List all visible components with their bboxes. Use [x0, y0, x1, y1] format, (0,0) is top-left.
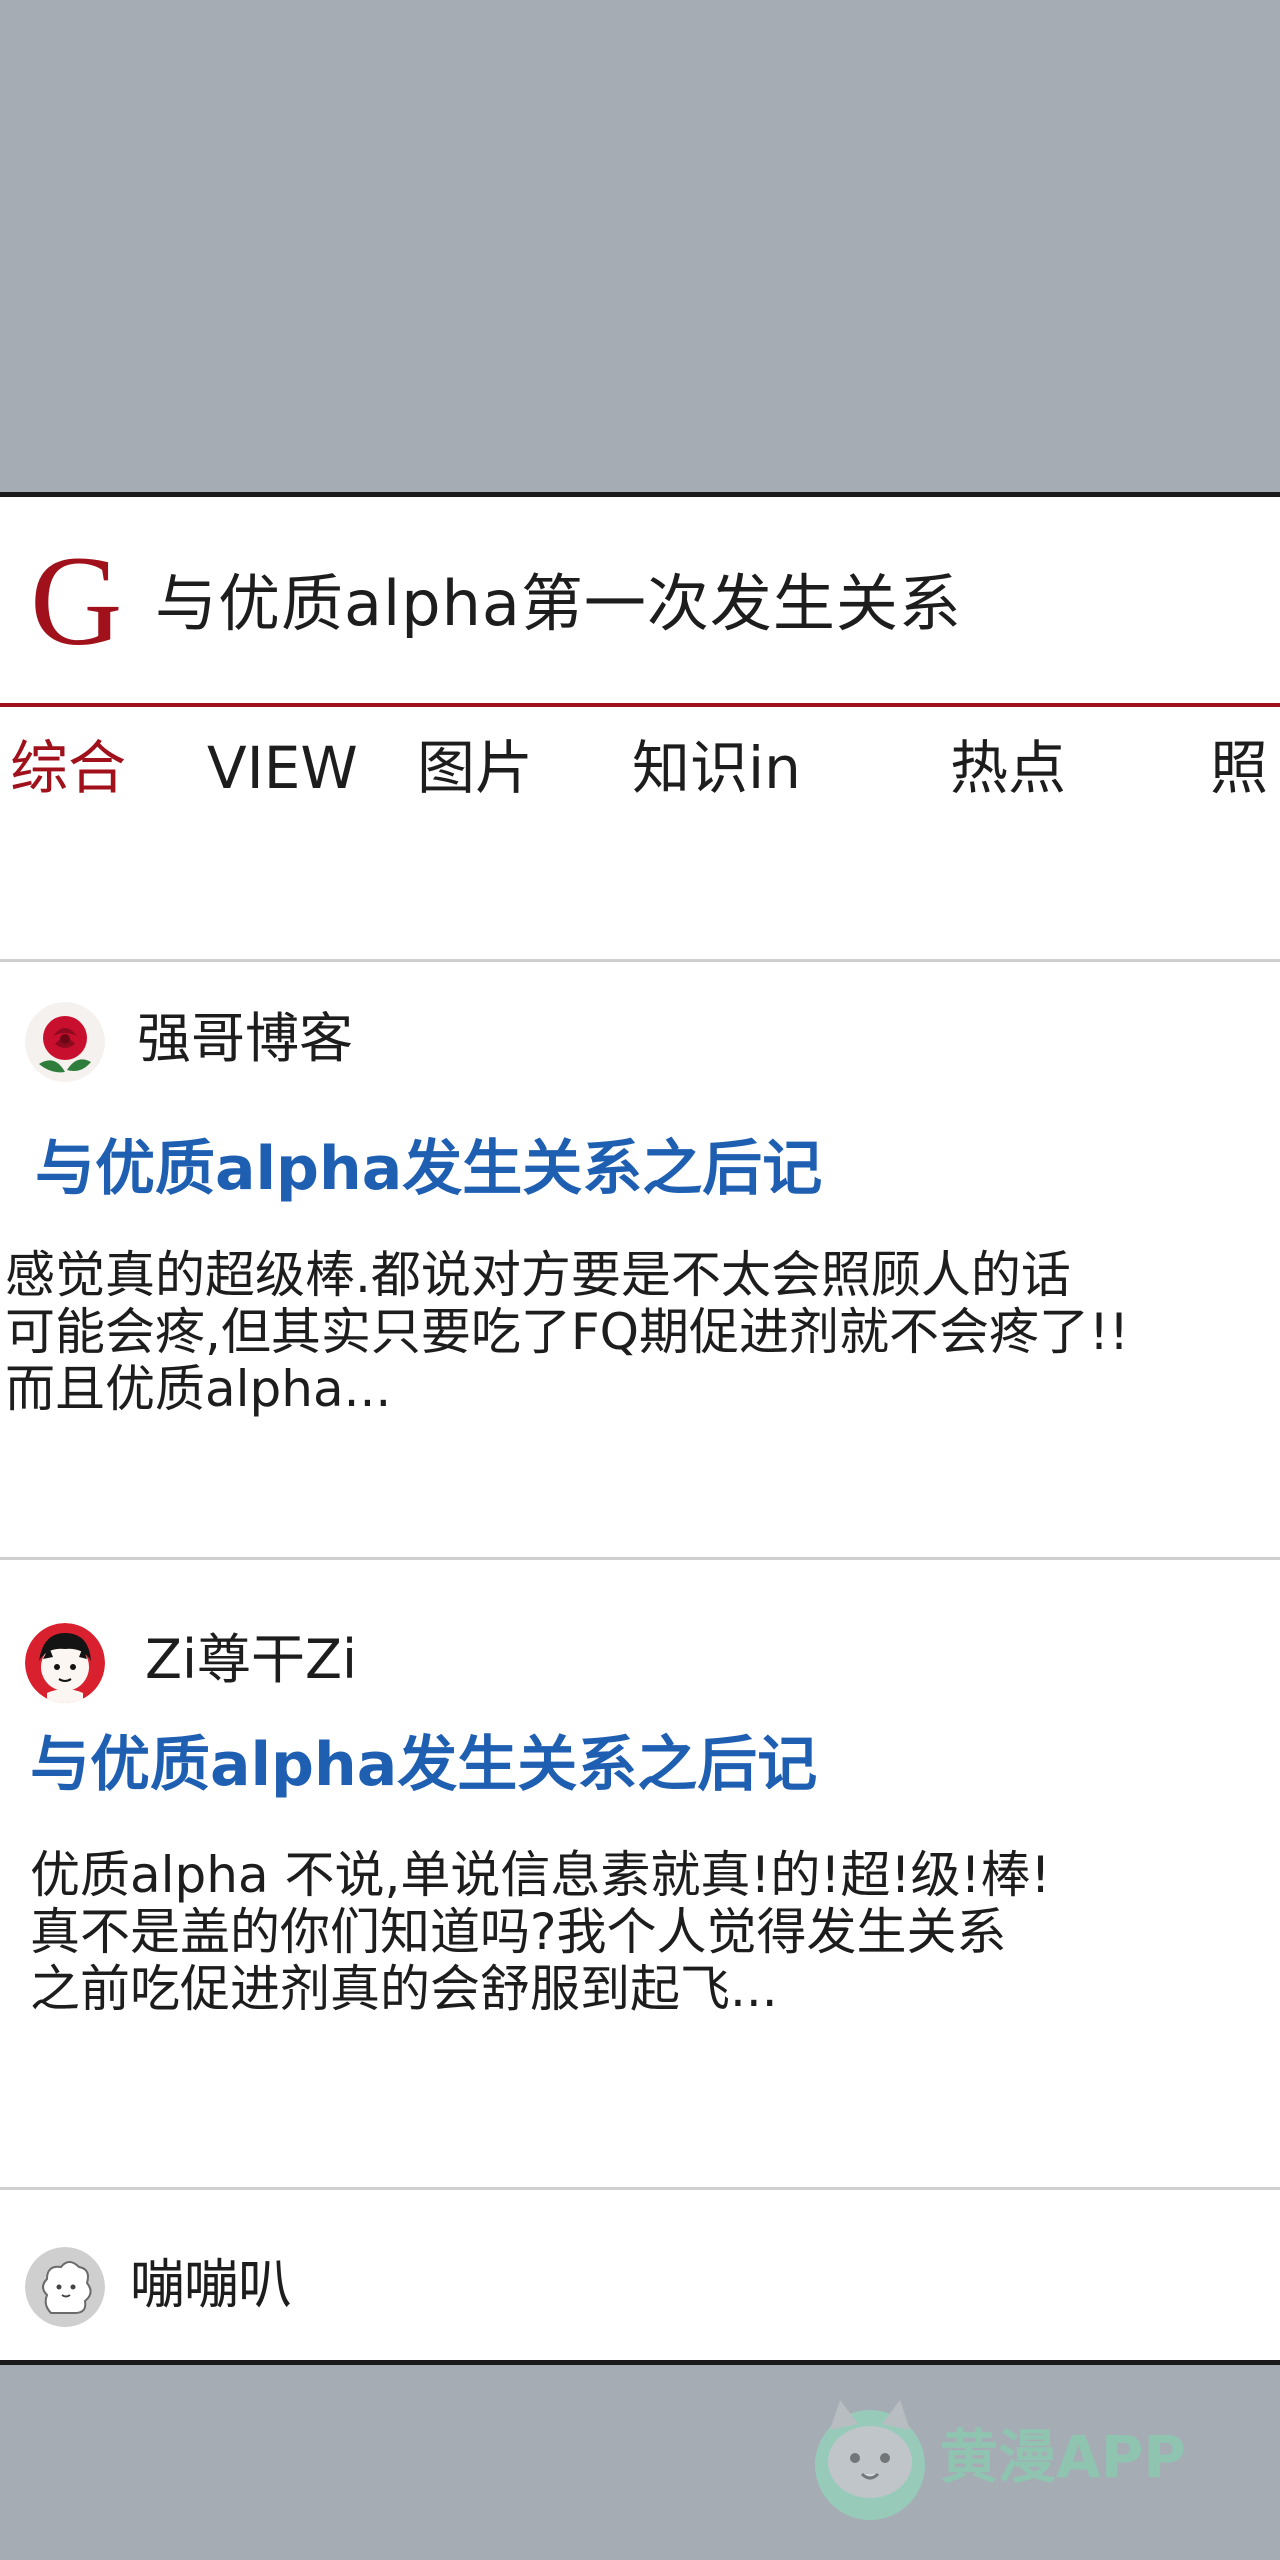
cloud-sprite-avatar-icon[interactable] — [25, 2247, 105, 2327]
search-tabs: 综合 VIEW 图片 知识in 热点 照 — [0, 715, 1280, 825]
tab-images[interactable]: 图片 — [417, 733, 533, 803]
cat-logo-icon — [815, 2400, 925, 2520]
tab-knowledge-in[interactable]: 知识in — [632, 733, 801, 803]
tab-view[interactable]: VIEW — [207, 733, 358, 803]
snippet-line: 而且优质alpha... — [5, 1360, 392, 1418]
result-author[interactable]: Zi尊干Zi — [145, 1628, 357, 1692]
result-snippet: 感觉真的超级棒.都说对方要是不太会照顾人的话 可能会疼,但其实只要吃了FQ期促进… — [5, 1247, 1129, 1418]
header-accent-line — [0, 703, 1280, 707]
divider — [0, 1557, 1280, 1560]
search-logo[interactable]: G — [30, 537, 122, 665]
snippet-line: 感觉真的超级棒.都说对方要是不太会照顾人的话 — [5, 1246, 1071, 1304]
search-query-text[interactable]: 与优质alpha第一次发生关系 — [155, 569, 962, 639]
snippet-line: 真不是盖的你们知道吗?我个人觉得发生关系 — [30, 1903, 1007, 1961]
snippet-line: 优质alpha 不说,单说信息素就真!的!超!级!棒! — [30, 1846, 1051, 1904]
tab-all[interactable]: 综合 — [10, 733, 126, 803]
result-author[interactable]: 嘣嘣叭 — [130, 2253, 292, 2317]
watermark: 黄漫APP — [800, 2390, 1260, 2540]
search-results-page: G 与优质alpha第一次发生关系 综合 VIEW 图片 知识in 热点 照 强… — [0, 492, 1280, 2365]
divider — [0, 2187, 1280, 2190]
result-title-link[interactable]: 与优质alpha发生关系之后记 — [35, 1133, 822, 1205]
divider — [0, 959, 1280, 962]
anime-boy-avatar-icon[interactable] — [25, 1623, 105, 1703]
search-header: G 与优质alpha第一次发生关系 — [0, 497, 1280, 707]
snippet-line: 可能会疼,但其实只要吃了FQ期促进剂就不会疼了!! — [5, 1303, 1130, 1361]
top-backdrop — [0, 0, 1280, 492]
watermark-text: 黄漫APP — [940, 2423, 1186, 2491]
result-snippet: 优质alpha 不说,单说信息素就真!的!超!级!棒! 真不是盖的你们知道吗?我… — [30, 1847, 1051, 2018]
tab-hot[interactable]: 热点 — [950, 733, 1066, 803]
result-author[interactable]: 强哥博客 — [137, 1007, 353, 1071]
snippet-line: 之前吃促进剂真的会舒服到起飞... — [30, 1960, 778, 2018]
rose-avatar-icon[interactable] — [25, 1002, 105, 1082]
result-title-link[interactable]: 与优质alpha发生关系之后记 — [30, 1729, 817, 1801]
tab-photo[interactable]: 照 — [1210, 733, 1268, 803]
